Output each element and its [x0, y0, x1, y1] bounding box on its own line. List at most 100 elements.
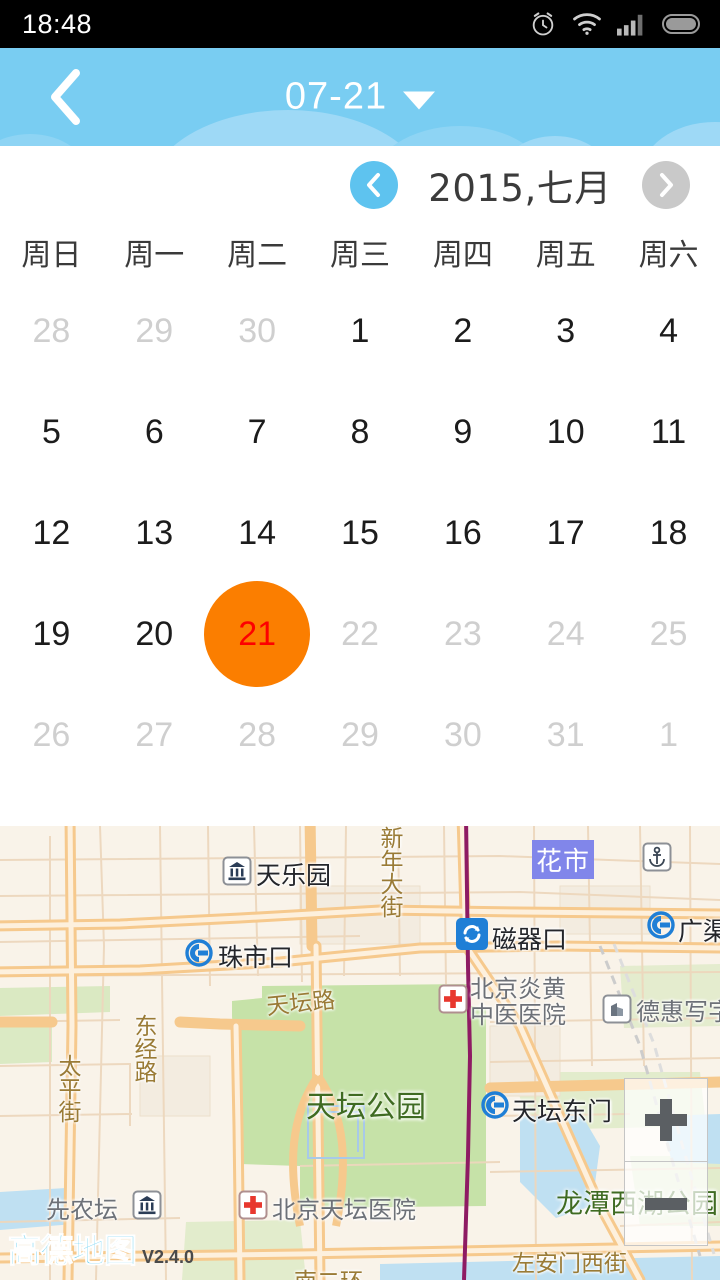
- calendar-day-number: 11: [650, 412, 687, 451]
- calendar-day-cell[interactable]: 24: [514, 583, 617, 684]
- calendar-day-cell[interactable]: 30: [411, 684, 514, 785]
- status-bar-icons: [529, 10, 702, 38]
- calendar-day-cell[interactable]: 16: [411, 482, 514, 583]
- calendar-day-cell[interactable]: 23: [411, 583, 514, 684]
- calendar-day-cell[interactable]: 28: [206, 684, 309, 785]
- plus-icon: [645, 1099, 687, 1141]
- calendar-day-cell[interactable]: 5: [0, 381, 103, 482]
- calendar-day-cell[interactable]: 4: [617, 280, 720, 381]
- calendar-day-number: 16: [443, 513, 482, 552]
- calendar-month-label: 2015,七月: [428, 167, 612, 210]
- calendar-day-cell[interactable]: 7: [206, 381, 309, 482]
- calendar-day-cell[interactable]: 28: [0, 280, 103, 381]
- calendar-day-cell[interactable]: 31: [514, 684, 617, 785]
- calendar-day-cell[interactable]: 13: [103, 482, 206, 583]
- zoom-out-button[interactable]: [624, 1162, 708, 1246]
- calendar-day-number: 28: [238, 715, 277, 754]
- calendar-day-cell[interactable]: 25: [617, 583, 720, 684]
- calendar-day-number: 9: [453, 412, 473, 451]
- calendar-day-cell[interactable]: 19: [0, 583, 103, 684]
- calendar-day-cell[interactable]: 29: [309, 684, 412, 785]
- page-title: 07-21: [284, 75, 388, 118]
- calendar-day-number: 1: [350, 311, 370, 350]
- next-month-button[interactable]: [642, 161, 690, 209]
- calendar-day-number: 20: [135, 614, 174, 653]
- calendar-day-number: 4: [659, 311, 679, 350]
- weekday-fri: 周五: [535, 238, 596, 273]
- calendar-day-number: 19: [32, 614, 71, 653]
- calendar-day-number: 30: [443, 715, 482, 754]
- calendar-panel: 2015,七月 周日 周一 周二 周三 周四 周五 周六 28 29 30 1 2 3 4 5…: [0, 146, 720, 826]
- weekday-thu: 周四: [432, 238, 493, 273]
- calendar-day-number: 27: [135, 715, 174, 754]
- minus-icon: [645, 1183, 687, 1225]
- calendar-day-number: 3: [556, 311, 576, 350]
- calendar-day-cell[interactable]: 14: [206, 482, 309, 583]
- calendar-day-number: 6: [144, 412, 164, 451]
- calendar-day-cell[interactable]: 27: [103, 684, 206, 785]
- weekday-sun: 周日: [21, 238, 82, 273]
- calendar-day-number: 24: [546, 614, 585, 653]
- calendar-day-number: 26: [32, 715, 71, 754]
- calendar-day-number: 10: [546, 412, 585, 451]
- weekday-wed: 周三: [329, 238, 390, 273]
- calendar-day-cell[interactable]: 2: [411, 280, 514, 381]
- calendar-day-number: 25: [649, 614, 688, 653]
- prev-month-button[interactable]: [350, 161, 398, 209]
- calendar-day-cell[interactable]: 17: [514, 482, 617, 583]
- map-provider-name: 高德地图: [8, 1231, 138, 1271]
- calendar-day-cell[interactable]: 8: [309, 381, 412, 482]
- calendar-day-number: 15: [341, 513, 379, 552]
- calendar-day-number: 28: [32, 311, 71, 350]
- calendar-day-cell[interactable]: 11: [617, 381, 720, 482]
- caret-down-icon: [403, 91, 436, 109]
- calendar-day-number: 29: [135, 311, 174, 350]
- calendar-day-cell[interactable]: 30: [206, 280, 309, 381]
- map-zoom-controls: [624, 1078, 708, 1246]
- status-bar-time: 18:48: [22, 8, 93, 39]
- calendar-day-number: 1: [659, 715, 679, 754]
- calendar-day-grid: 28 29 30 1 2 3 4 5 6 7 8 9 10 11 12 13 14 15 16 17 18 19 20 21 2…: [0, 280, 720, 785]
- calendar-day-number: 31: [546, 715, 585, 754]
- signal-icon: [617, 12, 647, 36]
- alarm-icon: [529, 10, 557, 38]
- calendar-day-number: 22: [341, 614, 379, 653]
- calendar-day-number: 23: [443, 614, 482, 653]
- cloud-decoration: [640, 122, 720, 146]
- calendar-day-cell[interactable]: 20: [103, 583, 206, 684]
- calendar-day-cell[interactable]: 1: [309, 280, 412, 381]
- battery-icon: [662, 13, 702, 35]
- calendar-day-cell[interactable]: 26: [0, 684, 103, 785]
- calendar-day-number: 14: [238, 513, 277, 552]
- header-date-selector[interactable]: 07-21: [0, 76, 720, 119]
- calendar-day-number: 5: [41, 412, 61, 451]
- calendar-day-cell[interactable]: 21: [204, 580, 311, 687]
- map-provider-version: V2.4.0: [142, 1247, 195, 1267]
- weekday-mon: 周一: [124, 238, 185, 273]
- calendar-day-number: 29: [341, 715, 379, 754]
- weekday-tue: 周二: [227, 238, 288, 273]
- calendar-day-cell[interactable]: 10: [514, 381, 617, 482]
- calendar-day-cell[interactable]: 22: [309, 583, 412, 684]
- cloud-decoration: [0, 134, 90, 146]
- calendar-day-number: 30: [238, 311, 277, 350]
- weekday-sat: 周六: [638, 238, 699, 273]
- calendar-weekday-header: 周日 周一 周二 周三 周四 周五 周六: [0, 224, 720, 280]
- calendar-day-cell[interactable]: 29: [103, 280, 206, 381]
- calendar-day-number: 21: [238, 614, 277, 653]
- map-canvas: [0, 826, 720, 1280]
- calendar-day-cell[interactable]: 1: [617, 684, 720, 785]
- calendar-day-cell[interactable]: 15: [309, 482, 412, 583]
- zoom-in-button[interactable]: [624, 1078, 708, 1162]
- calendar-day-cell[interactable]: 3: [514, 280, 617, 381]
- map-view[interactable]: 天乐园 珠市口 磁器口 花市 广渠 北京炎黄 中医医院 德惠写字 天坛路 天坛公…: [0, 826, 720, 1280]
- calendar-day-cell[interactable]: 9: [411, 381, 514, 482]
- calendar-day-cell[interactable]: 6: [103, 381, 206, 482]
- calendar-day-number: 7: [247, 412, 267, 451]
- calendar-day-number: 2: [453, 311, 473, 350]
- calendar-day-number: 13: [135, 513, 174, 552]
- wifi-icon: [572, 12, 602, 36]
- calendar-day-cell[interactable]: 18: [617, 482, 720, 583]
- calendar-day-cell[interactable]: 12: [0, 482, 103, 583]
- chevron-left-circle-icon: [362, 171, 386, 199]
